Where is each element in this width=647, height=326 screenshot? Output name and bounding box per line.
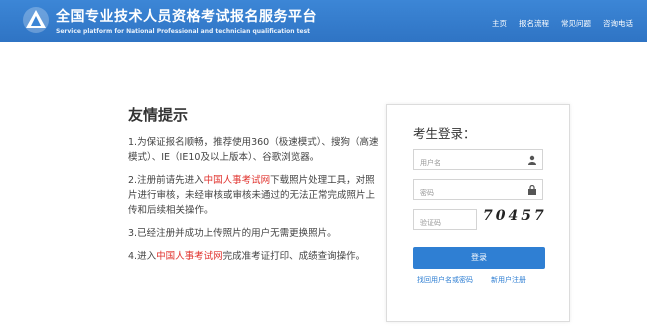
tip-4-post: 完成准考证打印、成绩查询操作。 bbox=[222, 251, 366, 262]
cpta-link[interactable]: 中国人事考试网 bbox=[204, 175, 271, 186]
login-title: 考生登录： bbox=[413, 126, 476, 141]
register-link[interactable]: 新用户注册 bbox=[491, 275, 526, 285]
password-field bbox=[413, 179, 543, 203]
header-bar: 全国专业技术人员资格考试报名服务平台 Service platform for … bbox=[0, 0, 647, 42]
tip-1: 1.为保证报名顺畅，推荐使用360（极速模式）、搜狗（高速模式）、IE（IE10… bbox=[128, 137, 379, 163]
login-button[interactable]: 登录 bbox=[413, 247, 545, 269]
tips-title: 友情提示 bbox=[128, 106, 189, 124]
tip-3: 3.已经注册并成功上传照片的用户无需更换照片。 bbox=[128, 228, 337, 239]
nav-faq[interactable]: 常见问题 bbox=[561, 18, 591, 29]
login-panel: 考生登录： 70457 登录 找回用户名或密码 新用户注册 bbox=[386, 104, 570, 322]
user-icon bbox=[528, 155, 536, 165]
tips-panel: 友情提示 1.为保证报名顺畅，推荐使用360（极速模式）、搜狗（高速模式）、IE… bbox=[128, 104, 383, 272]
tip-2-pre: 2.注册前请先进入 bbox=[128, 175, 204, 186]
login-links: 找回用户名或密码 新用户注册 bbox=[417, 275, 526, 285]
username-field bbox=[413, 149, 543, 173]
nav-process[interactable]: 报名流程 bbox=[519, 18, 549, 29]
site-subtitle: Service platform for National Profession… bbox=[56, 28, 311, 35]
password-input[interactable] bbox=[414, 183, 542, 203]
site-title: 全国专业技术人员资格考试报名服务平台 bbox=[56, 9, 317, 25]
username-input[interactable] bbox=[414, 153, 542, 173]
cpta-link[interactable]: 中国人事考试网 bbox=[156, 251, 223, 262]
logo-icon bbox=[23, 7, 49, 33]
forgot-password-link[interactable]: 找回用户名或密码 bbox=[417, 275, 473, 285]
nav-home[interactable]: 主页 bbox=[492, 18, 507, 29]
captcha-field bbox=[413, 209, 477, 233]
top-nav: 主页 报名流程 常见问题 咨询电话 bbox=[492, 18, 633, 29]
tip-4: 4.进入中国人事考试网完成准考证打印、成绩查询操作。 bbox=[128, 249, 383, 264]
nav-contact[interactable]: 咨询电话 bbox=[603, 18, 633, 29]
captcha-input[interactable] bbox=[414, 213, 476, 233]
lock-icon bbox=[528, 185, 536, 195]
tip-2: 2.注册前请先进入中国人事考试网下载照片处理工具，对照片进行审核，未经审核或审核… bbox=[128, 173, 383, 218]
tip-4-pre: 4.进入 bbox=[128, 251, 157, 262]
captcha-image[interactable]: 70457 bbox=[483, 208, 547, 230]
